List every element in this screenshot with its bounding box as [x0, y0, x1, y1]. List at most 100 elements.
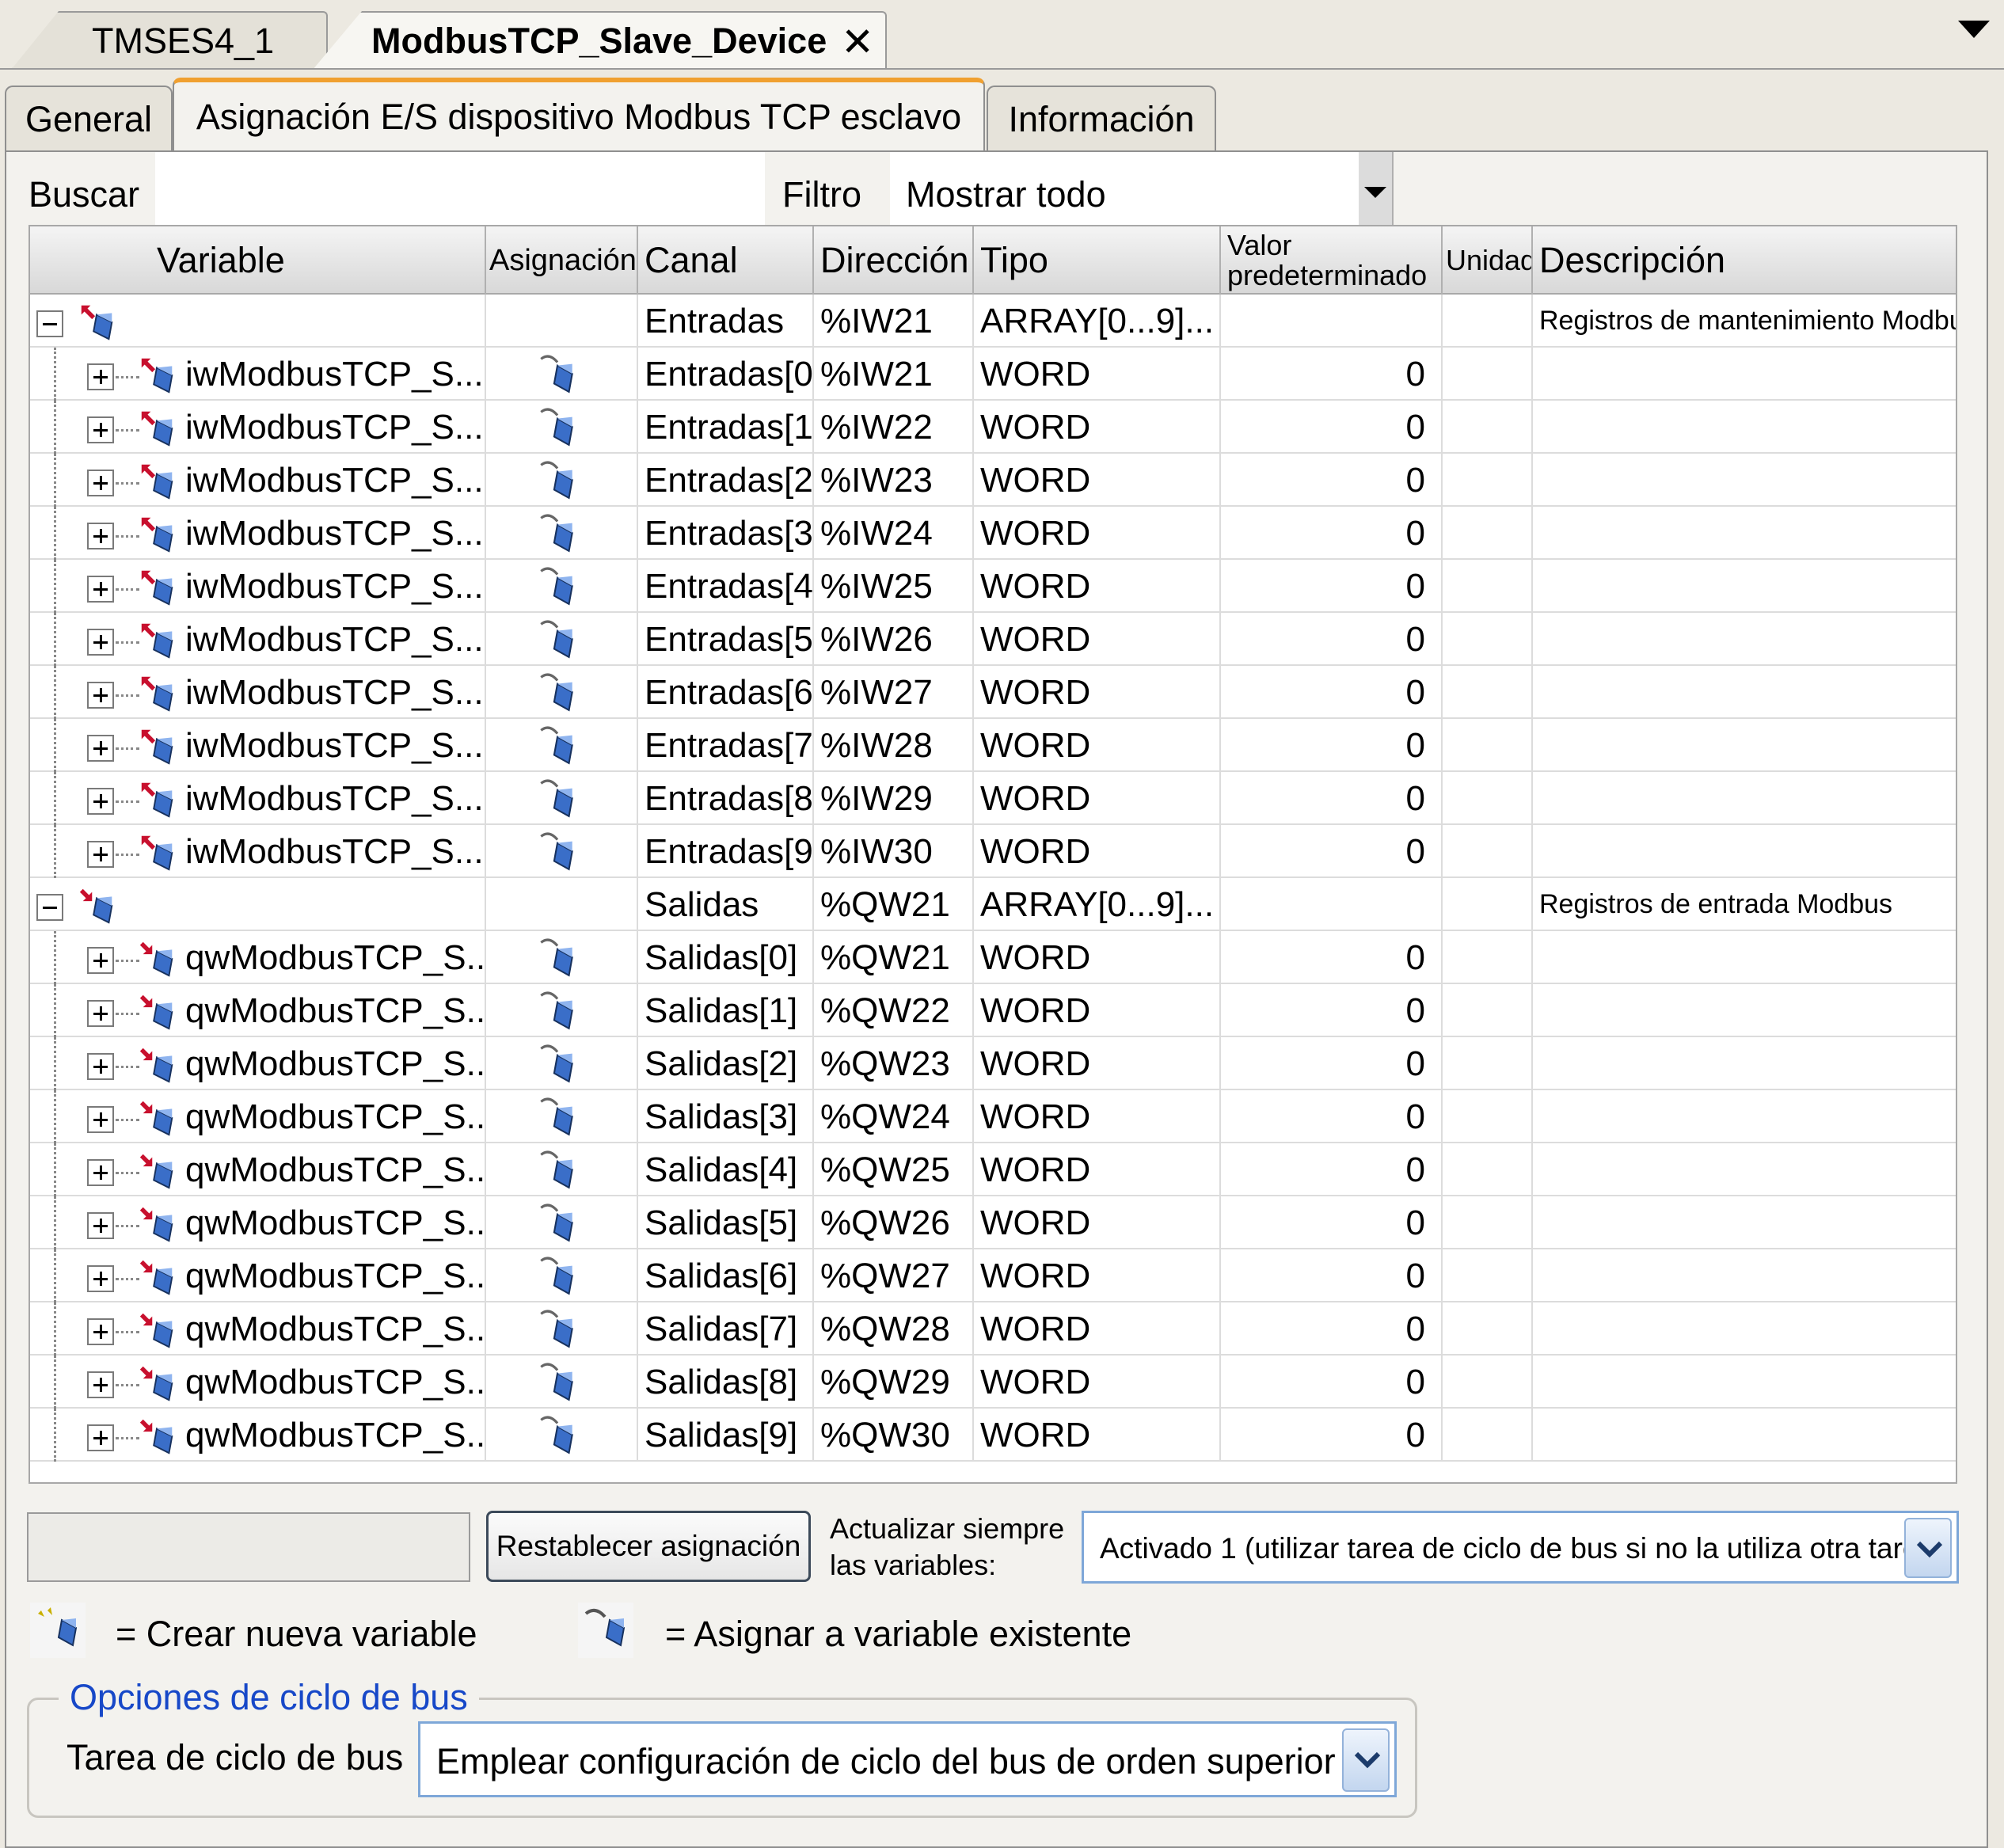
editor-tab-tmses4[interactable]: TMSES4_1 — [11, 11, 328, 70]
description-cell — [1533, 1196, 1956, 1249]
variable-name[interactable]: qwModbusTCP_S... — [185, 931, 485, 984]
variable-name[interactable]: iwModbusTCP_S... — [185, 401, 484, 454]
variable-name[interactable]: iwModbusTCP_S... — [185, 772, 484, 825]
table-row[interactable]: iwModbusTCP_S... Entradas[3] %IW24 WORD 0 — [30, 507, 1956, 560]
variable-name[interactable]: qwModbusTCP_S... — [185, 1356, 485, 1409]
variable-name[interactable]: qwModbusTCP_S... — [185, 1090, 485, 1143]
column-header-address[interactable]: Dirección — [814, 226, 974, 295]
expand-icon[interactable] — [87, 735, 114, 762]
expand-icon[interactable] — [87, 1265, 114, 1292]
variable-name[interactable]: iwModbusTCP_S... — [185, 560, 484, 613]
expand-icon[interactable] — [87, 1053, 114, 1080]
column-header-mapping[interactable]: Asignación — [486, 226, 638, 295]
table-row[interactable]: qwModbusTCP_S... Salidas[4] %QW25 WORD 0 — [30, 1143, 1956, 1196]
column-header-channel[interactable]: Canal — [638, 226, 814, 295]
chevron-down-icon[interactable] — [1342, 1728, 1390, 1792]
tab-list-dropdown-icon[interactable] — [1958, 21, 1990, 38]
expand-icon[interactable] — [87, 1371, 114, 1398]
variable-name[interactable]: qwModbusTCP_S... — [185, 1143, 485, 1196]
filter-select[interactable]: Mostrar todo — [890, 152, 1394, 228]
variable-name[interactable]: iwModbusTCP_S... — [185, 454, 484, 507]
expand-icon[interactable] — [87, 841, 114, 868]
table-row[interactable]: iwModbusTCP_S... Entradas[1] %IW22 WORD 0 — [30, 401, 1956, 454]
close-icon[interactable]: ✕ — [841, 19, 874, 65]
expand-icon[interactable] — [87, 1000, 114, 1027]
chevron-down-icon[interactable] — [1904, 1518, 1952, 1578]
variable-name[interactable]: qwModbusTCP_S... — [185, 1196, 485, 1249]
tab-general[interactable]: General — [5, 86, 173, 152]
expand-icon[interactable] — [87, 1212, 114, 1239]
tab-information[interactable]: Información — [987, 86, 1216, 152]
variable-name[interactable]: qwModbusTCP_S... — [185, 984, 485, 1037]
expand-icon[interactable] — [87, 629, 114, 656]
variable-cell: iwModbusTCP_S... — [30, 772, 486, 825]
table-row[interactable]: qwModbusTCP_S... Salidas[2] %QW23 WORD 0 — [30, 1037, 1956, 1090]
variable-name[interactable]: iwModbusTCP_S... — [185, 348, 484, 401]
default-value-cell: 0 — [1221, 507, 1443, 560]
expand-icon[interactable] — [87, 1106, 114, 1133]
column-header-description[interactable]: Descripción — [1533, 226, 1956, 295]
table-row[interactable]: qwModbusTCP_S... Salidas[9] %QW30 WORD 0 — [30, 1409, 1956, 1462]
table-row[interactable]: qwModbusTCP_S... Salidas[1] %QW22 WORD 0 — [30, 984, 1956, 1037]
expand-icon[interactable] — [87, 363, 114, 390]
table-row[interactable]: qwModbusTCP_S... Salidas[3] %QW24 WORD 0 — [30, 1090, 1956, 1143]
table-row[interactable]: iwModbusTCP_S... Entradas[0] %IW21 WORD 0 — [30, 348, 1956, 401]
expand-icon[interactable] — [87, 1318, 114, 1345]
variable-name[interactable]: qwModbusTCP_S... — [185, 1302, 485, 1356]
table-row[interactable]: iwModbusTCP_S... Entradas[4] %IW25 WORD 0 — [30, 560, 1956, 613]
expand-icon[interactable] — [87, 576, 114, 603]
table-row[interactable]: iwModbusTCP_S... Entradas[9] %IW30 WORD 0 — [30, 825, 1956, 878]
variable-name[interactable]: iwModbusTCP_S... — [185, 507, 484, 560]
column-header-default-value[interactable]: Valor predeterminado — [1221, 226, 1443, 295]
variable-name[interactable]: qwModbusTCP_S... — [185, 1409, 485, 1462]
table-header: Variable Asignación Canal Dirección Tipo… — [30, 226, 1956, 295]
mapping-cell — [486, 878, 638, 931]
variable-name[interactable]: iwModbusTCP_S... — [185, 666, 484, 719]
collapse-icon[interactable] — [36, 310, 63, 337]
expand-icon[interactable] — [87, 682, 114, 709]
collapse-icon[interactable] — [36, 894, 63, 921]
column-header-unit[interactable]: Unidad — [1443, 226, 1533, 295]
update-variables-select[interactable]: Activado 1 (utilizar tarea de ciclo de b… — [1082, 1511, 1959, 1584]
expand-icon[interactable] — [87, 1159, 114, 1186]
table-row[interactable]: iwModbusTCP_S... Entradas[5] %IW26 WORD 0 — [30, 613, 1956, 666]
variable-name[interactable]: iwModbusTCP_S... — [185, 613, 484, 666]
bus-cycle-task-value: Emplear configuración de ciclo del bus d… — [436, 1741, 1336, 1781]
expand-icon[interactable] — [87, 470, 114, 496]
column-header-variable[interactable]: Variable — [30, 226, 486, 295]
table-row-group[interactable]: Entradas %IW21 ARRAY[0...9]... Registros de… — [30, 295, 1956, 348]
label-line: Actualizar siempre — [830, 1512, 1065, 1545]
header-line: Valor — [1227, 229, 1292, 261]
expand-icon[interactable] — [87, 1424, 114, 1451]
table-row-group[interactable]: Salidas %QW21 ARRAY[0...9]... Registros de … — [30, 878, 1956, 931]
table-row[interactable]: iwModbusTCP_S... Entradas[2] %IW23 WORD 0 — [30, 454, 1956, 507]
tab-io-mapping[interactable]: Asignación E/S dispositivo Modbus TCP es… — [173, 78, 985, 152]
variable-name[interactable]: iwModbusTCP_S... — [185, 825, 484, 878]
table-row[interactable]: qwModbusTCP_S... Salidas[5] %QW26 WORD 0 — [30, 1196, 1956, 1249]
table-row[interactable]: qwModbusTCP_S... Salidas[6] %QW27 WORD 0 — [30, 1249, 1956, 1302]
search-input[interactable] — [155, 152, 765, 228]
table-row[interactable]: qwModbusTCP_S... Salidas[8] %QW29 WORD 0 — [30, 1356, 1956, 1409]
variable-cell: iwModbusTCP_S... — [30, 348, 486, 401]
default-value-cell: 0 — [1221, 1143, 1443, 1196]
reset-mapping-button[interactable]: Restablecer asignación — [486, 1511, 811, 1582]
bus-cycle-task-select[interactable]: Emplear configuración de ciclo del bus d… — [418, 1721, 1397, 1797]
table-row[interactable]: qwModbusTCP_S... Salidas[7] %QW28 WORD 0 — [30, 1302, 1956, 1356]
editor-tab-modbus-slave[interactable]: ModbusTCP_Slave_Device ✕ — [313, 11, 887, 70]
table-row[interactable]: iwModbusTCP_S... Entradas[7] %IW28 WORD 0 — [30, 719, 1956, 772]
table-row[interactable]: qwModbusTCP_S... Salidas[0] %QW21 WORD 0 — [30, 931, 1956, 984]
expand-icon[interactable] — [87, 416, 114, 443]
table-row[interactable]: iwModbusTCP_S... Entradas[8] %IW29 WORD 0 — [30, 772, 1956, 825]
table-row[interactable]: iwModbusTCP_S... Entradas[6] %IW27 WORD 0 — [30, 666, 1956, 719]
variable-name[interactable]: iwModbusTCP_S... — [185, 719, 484, 772]
channel-cell: Salidas[1] — [638, 984, 814, 1037]
variable-name[interactable]: qwModbusTCP_S... — [185, 1249, 485, 1302]
channel-cell: Entradas[4] — [638, 560, 814, 613]
chevron-down-icon[interactable] — [1359, 152, 1392, 228]
variable-name[interactable]: qwModbusTCP_S... — [185, 1037, 485, 1090]
tree-line — [54, 1196, 56, 1249]
expand-icon[interactable] — [87, 788, 114, 815]
column-header-type[interactable]: Tipo — [974, 226, 1221, 295]
expand-icon[interactable] — [87, 947, 114, 974]
expand-icon[interactable] — [87, 523, 114, 549]
